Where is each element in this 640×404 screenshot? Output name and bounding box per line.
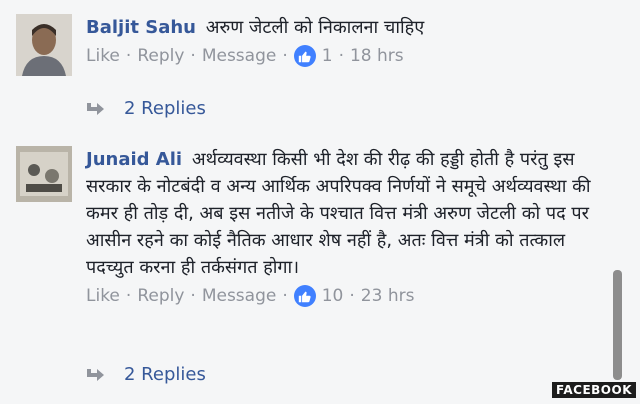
scrollbar[interactable] (613, 270, 622, 380)
avatar-junaid-ali[interactable] (16, 146, 72, 202)
separator: · (190, 286, 196, 306)
like-count[interactable]: 1 (322, 46, 333, 66)
comment-author[interactable]: Baljit Sahu (86, 17, 196, 38)
separator: · (282, 46, 288, 66)
like-link[interactable]: Like (86, 286, 120, 306)
replies-count[interactable]: 2 Replies (124, 364, 206, 385)
reply-link[interactable]: Reply (137, 286, 184, 306)
thumbs-up-icon (293, 285, 316, 307)
separator: · (125, 286, 132, 306)
comment-body: Baljit Sahu अरुण जेटली को निकालना चाहिए … (86, 14, 610, 67)
comment-message: अरुण जेटली को निकालना चाहिए (205, 17, 425, 38)
timestamp[interactable]: 18 hrs (350, 46, 404, 66)
facebook-watermark: FACEBOOK (552, 382, 636, 398)
reply-arrow-icon (87, 368, 104, 381)
separator: · (349, 286, 355, 306)
separator: · (338, 46, 344, 66)
comment-text: Junaid Ali अर्थव्यवस्था किसी भी देश की र… (86, 146, 610, 281)
view-replies-1[interactable]: 2 Replies (84, 98, 206, 119)
view-replies-2[interactable]: 2 Replies (84, 364, 206, 385)
separator: · (282, 286, 288, 306)
reply-link[interactable]: Reply (137, 46, 184, 66)
comment-2: Junaid Ali अर्थव्यवस्था किसी भी देश की र… (16, 146, 610, 356)
separator: · (190, 46, 196, 66)
comment-body: Junaid Ali अर्थव्यवस्था किसी भी देश की र… (86, 146, 610, 307)
comment-text: Baljit Sahu अरुण जेटली को निकालना चाहिए (86, 14, 610, 41)
comment-author[interactable]: Junaid Ali (86, 149, 182, 170)
timestamp[interactable]: 23 hrs (361, 286, 415, 306)
thumbs-up-icon (293, 45, 316, 67)
separator: · (125, 46, 132, 66)
replies-count[interactable]: 2 Replies (124, 98, 206, 119)
message-link[interactable]: Message (202, 46, 277, 66)
like-link[interactable]: Like (86, 46, 120, 66)
reply-arrow-icon (87, 102, 104, 115)
message-link[interactable]: Message (202, 286, 277, 306)
comment-actions: Like · Reply · Message · 1 · 18 hrs (86, 45, 610, 67)
avatar-baljit-sahu[interactable] (16, 14, 72, 76)
like-count[interactable]: 10 (322, 286, 344, 306)
comment-actions: Like · Reply · Message · 10 · 23 hrs (86, 285, 610, 307)
